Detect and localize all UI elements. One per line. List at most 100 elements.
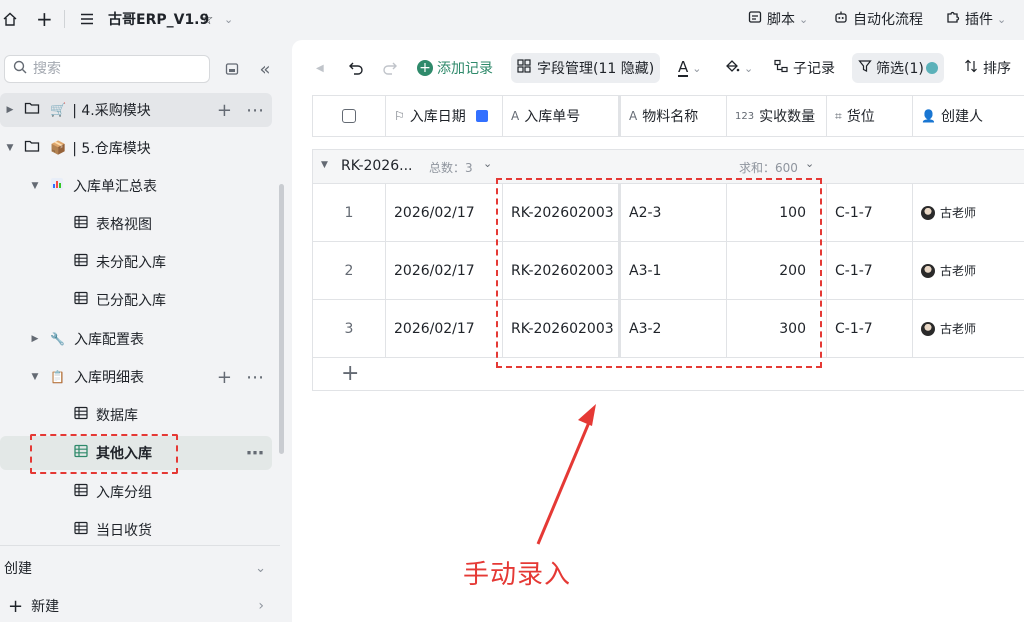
chevron-right-icon[interactable]: › <box>258 598 264 614</box>
text-color-button[interactable]: A ⌄ <box>678 53 701 83</box>
add-row-icon[interactable]: + <box>341 361 359 386</box>
sidebar-item-purchase-module[interactable]: ▶ 🛒 | 4.采购模块 + ⋯ <box>0 93 272 127</box>
caret-down-icon[interactable]: ▼ <box>5 143 15 153</box>
chevron-down-icon[interactable]: ⌄ <box>483 157 492 170</box>
add-icon[interactable]: + <box>217 100 232 121</box>
select-all-cell[interactable] <box>313 96 386 136</box>
sidebar-item-label: 入库明细表 <box>73 370 144 386</box>
cell-date[interactable]: 2026/02/17 <box>386 300 503 357</box>
sidebar-item-inbound-config[interactable]: ▶ 🔧 入库配置表 <box>0 322 272 356</box>
chart-table-icon <box>50 177 64 195</box>
text-color-icon: A <box>678 58 689 77</box>
create-section[interactable]: 创建 ⌄ <box>0 550 272 586</box>
cell-date[interactable]: 2026/02/17 <box>386 242 503 299</box>
add-circle-icon: + <box>417 60 433 76</box>
sidebar-item-label: 入库分组 <box>96 485 152 501</box>
collapse-sidebar-icon[interactable]: « <box>251 55 279 83</box>
layout-icon[interactable] <box>218 55 246 83</box>
automation-button[interactable]: 自动化流程 <box>834 0 923 38</box>
column-header-creator[interactable]: 👤 创建人 <box>913 96 1024 136</box>
sort-label: 排序 <box>983 61 1011 77</box>
chevron-down-icon[interactable]: ⌄ <box>805 157 814 170</box>
search-input[interactable] <box>33 61 193 77</box>
column-header-label: 物料名称 <box>642 109 699 125</box>
home-icon[interactable] <box>2 0 18 38</box>
caret-right-icon[interactable]: ▶ <box>30 334 40 344</box>
filter-button[interactable]: 筛选(1) <box>852 53 944 83</box>
chevron-down-icon: ⌄ <box>799 12 809 26</box>
more-icon[interactable]: ⋯ <box>246 443 264 464</box>
field-manage-label: 字段管理(11 隐藏) <box>537 61 655 77</box>
sidebar-item-database[interactable]: 数据库 <box>0 398 272 432</box>
field-manage-button[interactable]: 字段管理(11 隐藏) <box>511 53 661 83</box>
add-icon[interactable]: + <box>36 0 53 38</box>
star-icon[interactable]: ☆ <box>200 0 213 38</box>
column-header-material[interactable]: A 物料名称 <box>619 96 727 136</box>
new-label: 新建 <box>31 599 60 615</box>
filter-label: 筛选(1) <box>876 61 924 77</box>
sidebar-item-inbound-summary[interactable]: ▼ 入库单汇总表 <box>0 169 272 203</box>
fill-color-button[interactable]: ⌄ <box>724 53 753 83</box>
add-icon[interactable]: + <box>217 367 232 388</box>
column-header-order-no[interactable]: A 入库单号 <box>503 96 619 136</box>
add-record-button[interactable]: + 添加记录 <box>417 53 493 83</box>
grid-view-icon <box>74 291 88 309</box>
undo-icon[interactable] <box>348 53 364 83</box>
cell-creator[interactable]: 古老师 <box>913 184 1024 241</box>
add-record-label: 添加记录 <box>437 61 493 77</box>
sidebar-item-label: 入库单汇总表 <box>73 179 157 195</box>
sidebar-item-inbound-group[interactable]: 入库分组 <box>0 475 272 509</box>
chevron-down-icon[interactable]: ⌄ <box>255 561 266 576</box>
script-button[interactable]: 脚本 ⌄ <box>748 0 808 38</box>
plugin-button[interactable]: 插件 ⌄ <box>946 0 1006 38</box>
search-box[interactable] <box>4 55 210 83</box>
puzzle-icon <box>946 10 960 28</box>
sub-record-button[interactable]: 子记录 <box>774 53 835 83</box>
column-header-label: 实收数量 <box>759 109 816 125</box>
creator-name: 古老师 <box>940 206 977 220</box>
redo-icon[interactable] <box>382 53 398 83</box>
avatar <box>921 263 935 278</box>
grid-view-icon <box>74 483 88 501</box>
column-header-date[interactable]: ⚐ 入库日期 <box>386 96 503 136</box>
highlight-box-table <box>496 178 822 368</box>
sidebar-item-warehouse-module[interactable]: ▼ 📦 | 5.仓库模块 <box>0 131 272 165</box>
sidebar-item-grid-view[interactable]: 表格视图 <box>0 207 272 241</box>
chevron-down-icon[interactable]: ⌄ <box>224 0 233 38</box>
sidebar-item-daily-receipt[interactable]: 当日收货 <box>0 513 272 547</box>
app-title: 古哥ERP_V1.9 <box>108 12 210 28</box>
cell-location[interactable]: C-1-7 <box>827 242 913 299</box>
caret-down-icon[interactable]: ▼ <box>30 372 40 382</box>
sort-button[interactable]: 排序 <box>964 53 1011 83</box>
sidebar-item-assigned[interactable]: 已分配入库 <box>0 283 272 317</box>
folder-icon <box>24 101 40 119</box>
new-section[interactable]: + 新建 › <box>0 588 272 622</box>
tool-icon: 🔧 <box>50 332 65 346</box>
sidebar-scrollbar[interactable] <box>279 184 284 454</box>
paint-bucket-icon <box>724 58 740 78</box>
script-label: 脚本 <box>767 12 795 28</box>
caret-down-icon[interactable]: ▼ <box>321 160 328 170</box>
caret-down-icon[interactable]: ▼ <box>30 181 40 191</box>
sidebar-item-inbound-detail[interactable]: ▼ 📋 入库明细表 + ⋯ <box>0 360 272 394</box>
cell-creator[interactable]: 古老师 <box>913 300 1024 357</box>
sidebar-item-unassigned[interactable]: 未分配入库 <box>0 245 272 279</box>
cell-location[interactable]: C-1-7 <box>827 300 913 357</box>
text-field-icon: A <box>511 109 520 123</box>
column-header-location[interactable]: ⌗ 货位 <box>827 96 913 136</box>
more-icon[interactable]: ⋯ <box>246 367 264 388</box>
menu-icon[interactable] <box>80 0 94 38</box>
caret-left-icon[interactable]: ◀ <box>316 53 324 83</box>
row-index: 3 <box>313 300 386 357</box>
select-all-checkbox[interactable] <box>342 109 356 123</box>
cell-creator[interactable]: 古老师 <box>913 242 1024 299</box>
table-header: ⚐ 入库日期 A 入库单号 A 物料名称 123 实收数量 ⌗ 货位 👤 创建人 <box>312 95 1024 137</box>
caret-right-icon[interactable]: ▶ <box>5 105 15 115</box>
column-header-label: 入库单号 <box>524 109 581 125</box>
cell-date[interactable]: 2026/02/17 <box>386 184 503 241</box>
more-icon[interactable]: ⋯ <box>246 100 264 121</box>
cell-location[interactable]: C-1-7 <box>827 184 913 241</box>
column-header-qty[interactable]: 123 实收数量 <box>727 96 827 136</box>
filter-badge-icon <box>925 62 938 74</box>
group-sum: 求和：600 <box>739 161 798 175</box>
